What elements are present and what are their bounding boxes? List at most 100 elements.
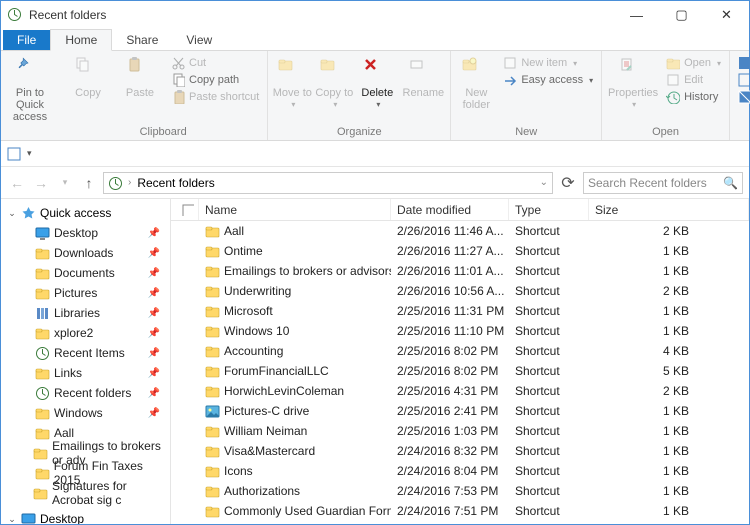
file-size: 1 KB [589, 304, 749, 318]
table-row[interactable]: Underwriting 2/26/2016 10:56 A... Shortc… [171, 281, 749, 301]
window: Recent folders — ▢ ✕ File Home Share Vie… [0, 0, 750, 525]
copy-path-button[interactable]: Copy path [167, 72, 263, 88]
sidebar-desktop[interactable]: ⌄ Desktop [1, 509, 170, 524]
sidebar-item[interactable]: xplore2 📌 [1, 323, 170, 343]
rename-button[interactable]: Rename [400, 53, 446, 99]
sidebar-item[interactable]: Documents 📌 [1, 263, 170, 283]
file-date: 2/25/2016 11:10 PM [391, 324, 509, 338]
select-all-button[interactable]: Select all [734, 55, 750, 71]
table-row[interactable]: ForumFinancialLLC 2/25/2016 8:02 PM Shor… [171, 361, 749, 381]
sidebar-item[interactable]: Signatures for Acrobat sig c [1, 483, 170, 503]
table-row[interactable]: Pictures-C drive 2/25/2016 2:41 PM Short… [171, 401, 749, 421]
tab-share[interactable]: Share [112, 30, 172, 50]
copy-to-button[interactable]: Copy to▾ [314, 53, 354, 110]
cut-button[interactable]: Cut [167, 55, 263, 71]
file-size: 1 KB [589, 464, 749, 478]
navigation-pane[interactable]: ⌄ Quick access Desktop 📌 Downloads 📌 Doc… [1, 199, 171, 524]
file-name: HorwichLevinColeman [224, 384, 344, 398]
refresh-button[interactable]: ⟳ [557, 173, 579, 193]
minimize-button[interactable]: — [614, 1, 659, 29]
table-row[interactable]: Authorizations 2/24/2016 7:53 PM Shortcu… [171, 481, 749, 501]
nav-forward-button[interactable]: → [31, 175, 51, 191]
table-row[interactable]: Ontime 2/26/2016 11:27 A... Shortcut 1 K… [171, 241, 749, 261]
paste-button[interactable]: Paste [115, 53, 165, 99]
qat-app-icon[interactable] [7, 147, 21, 161]
nav-up-button[interactable]: ↑ [79, 175, 99, 191]
file-size: 4 KB [589, 344, 749, 358]
maximize-button[interactable]: ▢ [659, 1, 704, 29]
table-row[interactable]: Microsoft 2/25/2016 11:31 PM Shortcut 1 … [171, 301, 749, 321]
window-title: Recent folders [29, 8, 614, 22]
copy-button[interactable]: Copy [63, 53, 113, 99]
column-type[interactable]: Type [509, 199, 589, 220]
breadcrumb[interactable]: › Recent folders ⌄ [103, 172, 553, 194]
file-name: Commonly Used Guardian Forms [224, 504, 391, 518]
folder-icon [205, 344, 220, 359]
new-item-button[interactable]: New item▾ [499, 55, 597, 71]
folder-icon [35, 466, 50, 481]
table-row[interactable]: HorwichLevinColeman 2/25/2016 4:31 PM Sh… [171, 381, 749, 401]
file-size: 2 KB [589, 284, 749, 298]
folder-icon [33, 446, 48, 461]
sidebar-item[interactable]: Links 📌 [1, 363, 170, 383]
sidebar-item[interactable]: Libraries 📌 [1, 303, 170, 323]
column-name[interactable]: Name [199, 199, 391, 220]
qat-dropdown[interactable]: ▾ [27, 148, 32, 159]
file-type: Shortcut [509, 224, 589, 238]
sidebar-item[interactable]: Windows 📌 [1, 403, 170, 423]
sidebar-item[interactable]: Recent folders 📌 [1, 383, 170, 403]
file-list[interactable]: Aall 2/26/2016 11:46 A... Shortcut 2 KB … [171, 221, 749, 524]
folder-icon [205, 444, 220, 459]
paste-shortcut-icon [171, 90, 185, 104]
invert-selection-button[interactable]: Invert selection [734, 89, 750, 105]
sidebar-item[interactable]: Pictures 📌 [1, 283, 170, 303]
expand-icon[interactable]: ⌄ [7, 208, 17, 219]
sidebar-item[interactable]: Recent Items 📌 [1, 343, 170, 363]
table-row[interactable]: Windows 10 2/25/2016 11:10 PM Shortcut 1… [171, 321, 749, 341]
paste-shortcut-button[interactable]: Paste shortcut [167, 89, 263, 105]
ribbon-tabs: File Home Share View [1, 29, 749, 51]
edit-button[interactable]: Edit [662, 72, 725, 88]
delete-button[interactable]: Delete▾ [356, 53, 398, 110]
table-row[interactable]: Visa&Mastercard 2/24/2016 8:32 PM Shortc… [171, 441, 749, 461]
pin-to-quick-access-button[interactable]: Pin to Quick access [5, 53, 55, 123]
tab-file[interactable]: File [3, 30, 50, 50]
nav-back-button[interactable]: ← [7, 175, 27, 191]
select-none-button[interactable]: Select none [734, 72, 750, 88]
table-row[interactable]: Accounting 2/25/2016 8:02 PM Shortcut 4 … [171, 341, 749, 361]
column-size[interactable]: Size [589, 199, 749, 220]
sidebar-item-label: Documents [54, 266, 115, 280]
table-row[interactable]: Icons 2/24/2016 8:04 PM Shortcut 1 KB [171, 461, 749, 481]
folder-icon [205, 304, 220, 319]
nav-recent-dropdown[interactable]: ▾ [55, 177, 75, 188]
pin-icon: 📌 [148, 288, 160, 299]
move-to-button[interactable]: Move to▾ [272, 53, 312, 110]
sidebar-item[interactable]: Desktop 📌 [1, 223, 170, 243]
column-checkbox[interactable] [171, 199, 199, 220]
easy-access-button[interactable]: Easy access▾ [499, 72, 597, 88]
table-row[interactable]: William Neiman 2/25/2016 1:03 PM Shortcu… [171, 421, 749, 441]
search-input[interactable]: Search Recent folders 🔍 [583, 172, 743, 194]
sidebar-item[interactable]: Downloads 📌 [1, 243, 170, 263]
sidebar-item-label: xplore2 [54, 326, 93, 340]
tab-view[interactable]: View [172, 30, 226, 50]
history-button[interactable]: History [662, 89, 725, 105]
file-type: Shortcut [509, 484, 589, 498]
file-type: Shortcut [509, 344, 589, 358]
properties-button[interactable]: Properties▾ [606, 53, 660, 110]
tab-home[interactable]: Home [50, 29, 112, 51]
close-button[interactable]: ✕ [704, 1, 749, 29]
column-date[interactable]: Date modified [391, 199, 509, 220]
table-row[interactable]: Financial 2/24/2016 7:48 PM Shortcut 1 K… [171, 521, 749, 524]
file-size: 1 KB [589, 244, 749, 258]
table-row[interactable]: Commonly Used Guardian Forms 2/24/2016 7… [171, 501, 749, 521]
new-folder-button[interactable]: New folder [455, 53, 497, 111]
expand-icon[interactable]: ⌄ [7, 514, 17, 525]
table-row[interactable]: Aall 2/26/2016 11:46 A... Shortcut 2 KB [171, 221, 749, 241]
delete-icon [363, 57, 391, 85]
file-type: Shortcut [509, 304, 589, 318]
chevron-down-icon[interactable]: ⌄ [540, 177, 548, 188]
sidebar-quick-access[interactable]: ⌄ Quick access [1, 203, 170, 223]
open-button[interactable]: Open▾ [662, 55, 725, 71]
table-row[interactable]: Emailings to brokers or advisors 2/26/20… [171, 261, 749, 281]
